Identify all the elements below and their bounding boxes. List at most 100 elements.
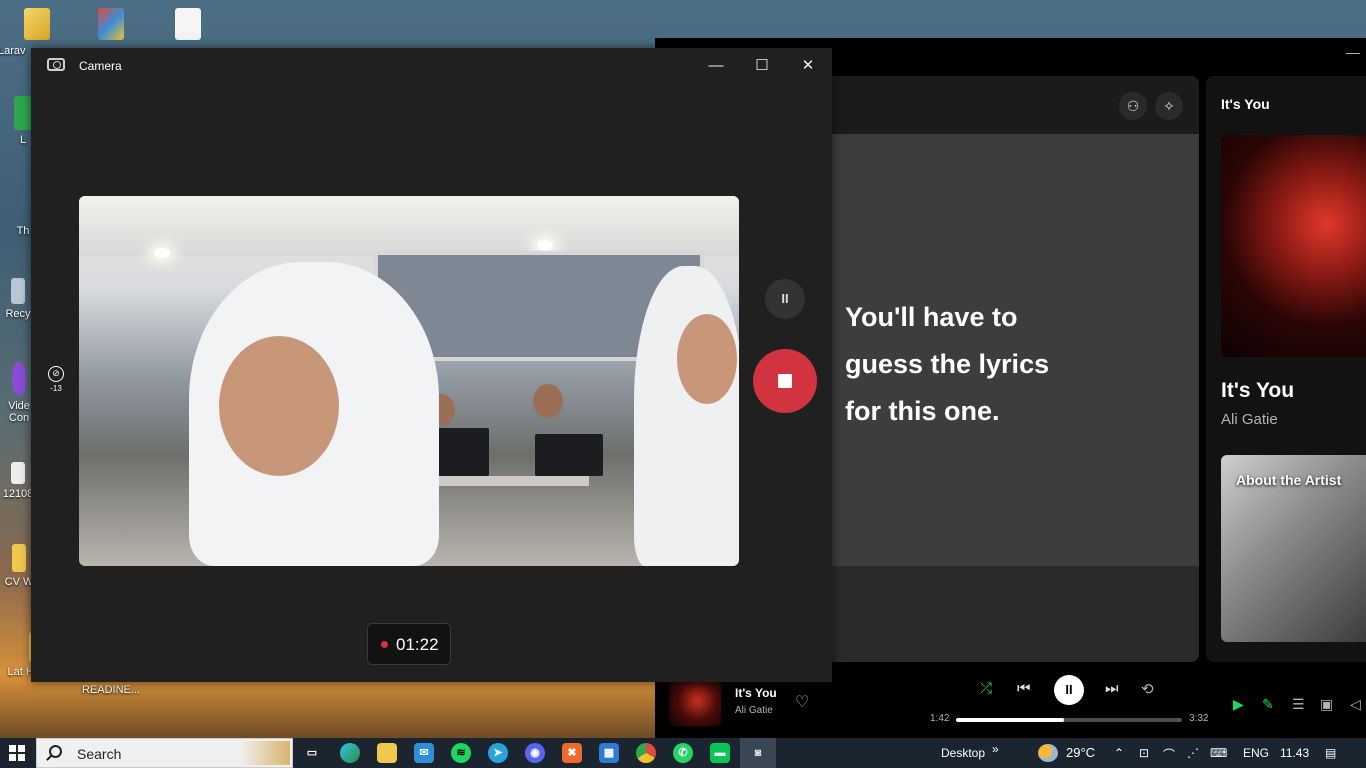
sidebar-header: It's You [1221,96,1270,112]
stop-recording-button[interactable] [753,349,817,413]
recording-timer: 01:22 [367,623,451,665]
like-icon[interactable]: ♡ [795,692,809,712]
folder-icon[interactable] [24,8,50,40]
show-hidden-icons-icon[interactable]: ⌃ [1114,746,1124,760]
collapse-icon[interactable]: ✧ [1155,92,1183,120]
mail-icon[interactable]: ✉ [414,743,434,763]
pause-recording-button[interactable]: II [765,279,805,319]
queue-icon[interactable]: ☰ [1292,696,1305,713]
edge-icon[interactable] [340,743,360,763]
wifi-icon[interactable]: ⋰ [1187,746,1199,760]
app-icon [14,96,32,130]
windows-start-icon[interactable] [9,745,25,761]
file-explorer-icon[interactable] [377,743,397,763]
language-indicator[interactable]: ENG [1243,746,1269,760]
camera-app-icon [47,58,65,71]
preview-light [154,248,170,258]
desktop-icon[interactable]: READINE... [80,684,142,696]
desktop-icon-label: 12108 [2,488,34,500]
now-playing-artist[interactable]: Ali Gatie [735,705,773,716]
spotify-icon[interactable]: ≋ [451,743,471,763]
connect-device-icon[interactable]: ▣ [1320,696,1333,713]
sidebar-song-title[interactable]: It's You [1221,379,1294,403]
preview-ceiling [79,196,739,256]
search-highlight-image [240,741,290,765]
task-view-icon[interactable]: ▭ [302,743,322,763]
preview-laptop [535,434,603,476]
video-conference-icon [12,362,26,396]
temperature[interactable]: 29°C [1066,745,1095,760]
desktop-icon-label: L [19,134,27,146]
lyrics-message: You'll have to guess the lyrics for this… [845,294,1145,435]
lyrics-icon[interactable]: ✎ [1262,696,1274,713]
now-playing-thumbnail[interactable] [669,680,721,726]
preview-face [219,336,339,476]
duration-time: 3:32 [1189,713,1209,724]
progress-fill [956,718,1065,722]
taskbar: Search ▭ ✉ ≋ ➤ ◉ ✖ ▦ ✆ ▬ ◙ Desktop » 29°… [0,738,1366,768]
desktop-icon-label: Larav [0,45,26,57]
pause-button[interactable]: II [1054,675,1084,705]
notification-icon[interactable]: ▤ [1325,746,1336,760]
exposure-control[interactable]: ⊘ -13 [47,366,65,393]
now-playing-title[interactable]: It's You [735,686,777,700]
camera-titlebar: Camera — ☐ ✕ [31,48,832,82]
clock[interactable]: 11.43 [1280,746,1309,760]
shuffle-icon[interactable]: ⤮ [980,680,992,697]
preview-light [537,240,553,250]
archive-icon[interactable] [98,8,124,40]
search-label: Search [77,746,122,762]
minimize-button[interactable]: — [701,55,731,77]
about-artist-card[interactable]: About the Artist [1221,455,1366,642]
progress-bar[interactable] [956,718,1182,722]
maximize-button[interactable]: ☐ [747,55,777,77]
folder-icon [12,544,26,572]
volume-icon[interactable]: ◁ [1350,696,1361,713]
camera-preview [79,196,739,566]
sidebar-artist[interactable]: Ali Gatie [1221,411,1278,428]
camera-title: Camera [79,59,122,73]
line-icon[interactable]: ▬ [710,743,730,763]
recording-dot-icon [381,641,388,648]
taskbar-search[interactable]: Search [36,738,293,768]
desktop-icon-label: Recy [5,308,31,320]
meet-now-icon[interactable]: ⊡ [1139,746,1149,760]
friends-icon[interactable]: ⚇ [1119,92,1147,120]
recycle-bin-icon [11,278,25,304]
network-icon[interactable]: ⌒ [1163,746,1175,763]
telegram-icon[interactable]: ➤ [488,743,508,763]
close-button[interactable]: ✕ [793,55,823,77]
exposure-value: -13 [50,384,62,393]
repeat-icon[interactable]: ⟲ [1141,680,1154,698]
desktop-icon-label: CV W [4,576,34,588]
minimize-icon[interactable]: — [1346,44,1360,60]
discord-icon[interactable]: ◉ [525,743,545,763]
store-icon[interactable]: ▦ [599,743,619,763]
recording-time: 01:22 [396,635,439,654]
xampp-icon[interactable]: ✖ [562,743,582,763]
elapsed-time: 1:42 [930,713,950,724]
album-cover [1221,135,1366,357]
now-playing-view-icon[interactable]: ▶ [1233,696,1244,713]
file-icon [11,462,25,484]
previous-icon[interactable]: ⏮ [1017,680,1031,697]
preview-person [533,384,563,418]
file-icon[interactable] [175,8,201,40]
about-artist-title: About the Artist [1236,472,1342,488]
camera-window: Camera — ☐ ✕ ⊘ -13 II 01:22 [31,48,832,682]
lyrics-line: You'll have to [845,302,1018,332]
lyrics-line: guess the lyrics [845,349,1050,379]
desktop-toolbar-label[interactable]: Desktop [941,746,985,760]
whatsapp-icon[interactable]: ✆ [673,743,693,763]
now-playing-sidebar: It's You It's You Ali Gatie About the Ar… [1206,76,1366,662]
next-icon[interactable]: ⏭ [1105,680,1119,697]
preview-face [677,314,737,404]
exposure-icon: ⊘ [48,366,64,382]
chrome-icon[interactable] [636,743,656,763]
weather-icon[interactable] [1038,744,1058,762]
toolbar-chevron-icon[interactable]: » [992,742,999,756]
search-icon [49,745,62,758]
keyboard-icon[interactable]: ⌨ [1210,746,1227,760]
lyrics-line: for this one. [845,396,1000,426]
camera-taskbar-icon[interactable]: ◙ [748,743,768,763]
